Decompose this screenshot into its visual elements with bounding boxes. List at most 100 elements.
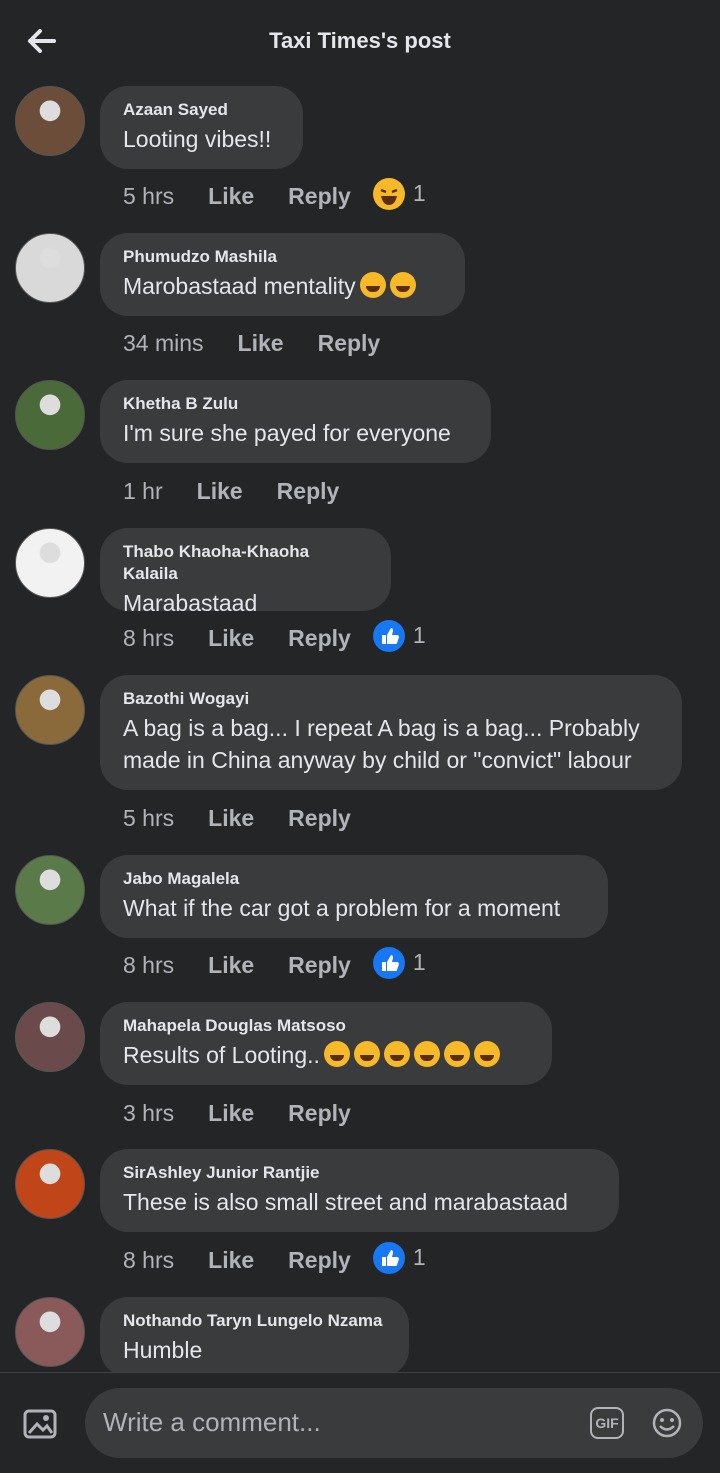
comment-timestamp[interactable]: 3 hrs: [123, 1100, 174, 1127]
comment-text: What if the car got a problem for a mome…: [123, 892, 585, 924]
avatar[interactable]: [15, 1149, 85, 1219]
comment-text-content: Looting vibes!!: [123, 126, 272, 152]
comment-bubble[interactable]: Bazothi Wogayi A bag is a bag... I repeat…: [100, 675, 682, 790]
comment-actions: 8 hrs Like Reply 1: [123, 619, 426, 652]
comment-timestamp[interactable]: 8 hrs: [123, 1247, 174, 1274]
comment-text-content: Humble: [123, 1337, 203, 1363]
reaction-count: 1: [412, 949, 426, 975]
reaction-count: 1: [412, 180, 426, 206]
reply-button[interactable]: Reply: [288, 625, 351, 652]
avatar[interactable]: [15, 233, 85, 303]
comment-timestamp[interactable]: 34 mins: [123, 330, 204, 357]
comment-text: Marabastaad: [123, 587, 368, 619]
commenter-name[interactable]: Phumudzo Mashila: [123, 246, 442, 268]
thumbs-up-icon: [372, 1241, 405, 1274]
laughing-emoji-icon: [353, 1041, 380, 1067]
comment-text-content: A bag is a bag... I repeat A bag is a ba…: [123, 715, 640, 773]
reaction-summary[interactable]: 1: [372, 177, 426, 210]
comment-text-content: Marobastaad mentality: [123, 273, 356, 299]
like-button[interactable]: Like: [208, 1247, 254, 1274]
reaction-summary[interactable]: 1: [372, 1241, 426, 1274]
reaction-count: 1: [412, 622, 426, 648]
reaction-summary[interactable]: 1: [372, 946, 426, 979]
laughing-emoji-icon: [372, 177, 405, 210]
comment-text-content: These is also small street and marabasta…: [123, 1189, 568, 1215]
comment-actions: 34 mins Like Reply: [123, 330, 414, 357]
photo-icon[interactable]: [22, 1406, 58, 1442]
comment-bubble[interactable]: Jabo Magalela What if the car got a probl…: [100, 855, 608, 938]
laughing-emoji-icon: [359, 272, 386, 298]
emoji-icon[interactable]: [651, 1407, 683, 1439]
reaction-count: 1: [412, 1244, 426, 1270]
comment-bubble[interactable]: Nothando Taryn Lungelo Nzama Humble: [100, 1297, 409, 1377]
comment-actions: 8 hrs Like Reply 1: [123, 946, 426, 979]
post-header: Taxi Times's post: [0, 0, 720, 84]
commenter-name[interactable]: Thabo Khaoha-Khaoha Kalaila: [123, 541, 368, 585]
comment-timestamp[interactable]: 1 hr: [123, 478, 163, 505]
laughing-emoji-icon: [473, 1041, 500, 1067]
page-title: Taxi Times's post: [269, 28, 451, 53]
comment-bubble[interactable]: Azaan Sayed Looting vibes!!: [100, 86, 303, 169]
comment-composer: Write a comment... GIF: [0, 1372, 720, 1473]
laughing-emoji-icon: [389, 272, 416, 298]
reply-button[interactable]: Reply: [288, 952, 351, 979]
thumbs-up-icon: [372, 619, 405, 652]
comment-text-content: What if the car got a problem for a mome…: [123, 895, 561, 921]
comment-timestamp[interactable]: 5 hrs: [123, 183, 174, 210]
comment-text: I'm sure she payed for everyone: [123, 417, 468, 449]
like-button[interactable]: Like: [238, 330, 284, 357]
reply-button[interactable]: Reply: [318, 330, 381, 357]
avatar[interactable]: [15, 1002, 85, 1072]
commenter-name[interactable]: Jabo Magalela: [123, 868, 585, 890]
comment-text: These is also small street and marabasta…: [123, 1186, 596, 1218]
comment-actions: 8 hrs Like Reply 1: [123, 1241, 426, 1274]
commenter-name[interactable]: SirAshley Junior Rantjie: [123, 1162, 596, 1184]
laughing-emoji-icon: [323, 1041, 350, 1067]
comment-text: Looting vibes!!: [123, 123, 280, 155]
like-button[interactable]: Like: [208, 625, 254, 652]
laughing-emoji-icon: [443, 1041, 470, 1067]
comment-text-content: Marabastaad: [123, 590, 258, 616]
comment-bubble[interactable]: Thabo Khaoha-Khaoha Kalaila Marabastaad: [100, 528, 391, 616]
like-button[interactable]: Like: [208, 1100, 254, 1127]
comment-actions: 5 hrs Like Reply 1: [123, 177, 426, 210]
laughing-emoji-icon: [413, 1041, 440, 1067]
gif-button[interactable]: GIF: [590, 1407, 624, 1439]
avatar[interactable]: [15, 380, 85, 450]
comment-text: A bag is a bag... I repeat A bag is a ba…: [123, 712, 659, 776]
avatar[interactable]: [15, 528, 85, 598]
comment-timestamp[interactable]: 8 hrs: [123, 625, 174, 652]
reply-button[interactable]: Reply: [288, 1247, 351, 1274]
reply-button[interactable]: Reply: [277, 478, 340, 505]
commenter-name[interactable]: Khetha B Zulu: [123, 393, 468, 415]
comment-text: Results of Looting..: [123, 1039, 529, 1071]
reply-button[interactable]: Reply: [288, 183, 351, 210]
reaction-summary[interactable]: 1: [372, 619, 426, 652]
comment-timestamp[interactable]: 5 hrs: [123, 805, 174, 832]
comment-input-placeholder: Write a comment...: [103, 1407, 321, 1437]
commenter-name[interactable]: Mahapela Douglas Matsoso: [123, 1015, 529, 1037]
comment-bubble[interactable]: Mahapela Douglas Matsoso Results of Looti…: [100, 1002, 552, 1085]
commenter-name[interactable]: Azaan Sayed: [123, 99, 280, 121]
like-button[interactable]: Like: [197, 478, 243, 505]
comment-bubble[interactable]: Khetha B Zulu I'm sure she payed for ever…: [100, 380, 491, 463]
avatar[interactable]: [15, 86, 85, 156]
like-button[interactable]: Like: [208, 952, 254, 979]
comment-input[interactable]: Write a comment... GIF: [85, 1388, 703, 1458]
commenter-name[interactable]: Bazothi Wogayi: [123, 688, 659, 710]
comment-bubble[interactable]: Phumudzo Mashila Marobastaad mentality: [100, 233, 465, 316]
avatar[interactable]: [15, 1297, 85, 1367]
commenter-name[interactable]: Nothando Taryn Lungelo Nzama: [123, 1310, 386, 1332]
comment-text: Humble: [123, 1334, 386, 1366]
comment-text: Marobastaad mentality: [123, 270, 442, 302]
comment-actions: 1 hr Like Reply: [123, 478, 373, 505]
avatar[interactable]: [15, 855, 85, 925]
reply-button[interactable]: Reply: [288, 805, 351, 832]
like-button[interactable]: Like: [208, 805, 254, 832]
comment-actions: 5 hrs Like Reply: [123, 805, 385, 832]
comment-bubble[interactable]: SirAshley Junior Rantjie These is also sm…: [100, 1149, 619, 1232]
avatar[interactable]: [15, 675, 85, 745]
like-button[interactable]: Like: [208, 183, 254, 210]
comment-timestamp[interactable]: 8 hrs: [123, 952, 174, 979]
reply-button[interactable]: Reply: [288, 1100, 351, 1127]
